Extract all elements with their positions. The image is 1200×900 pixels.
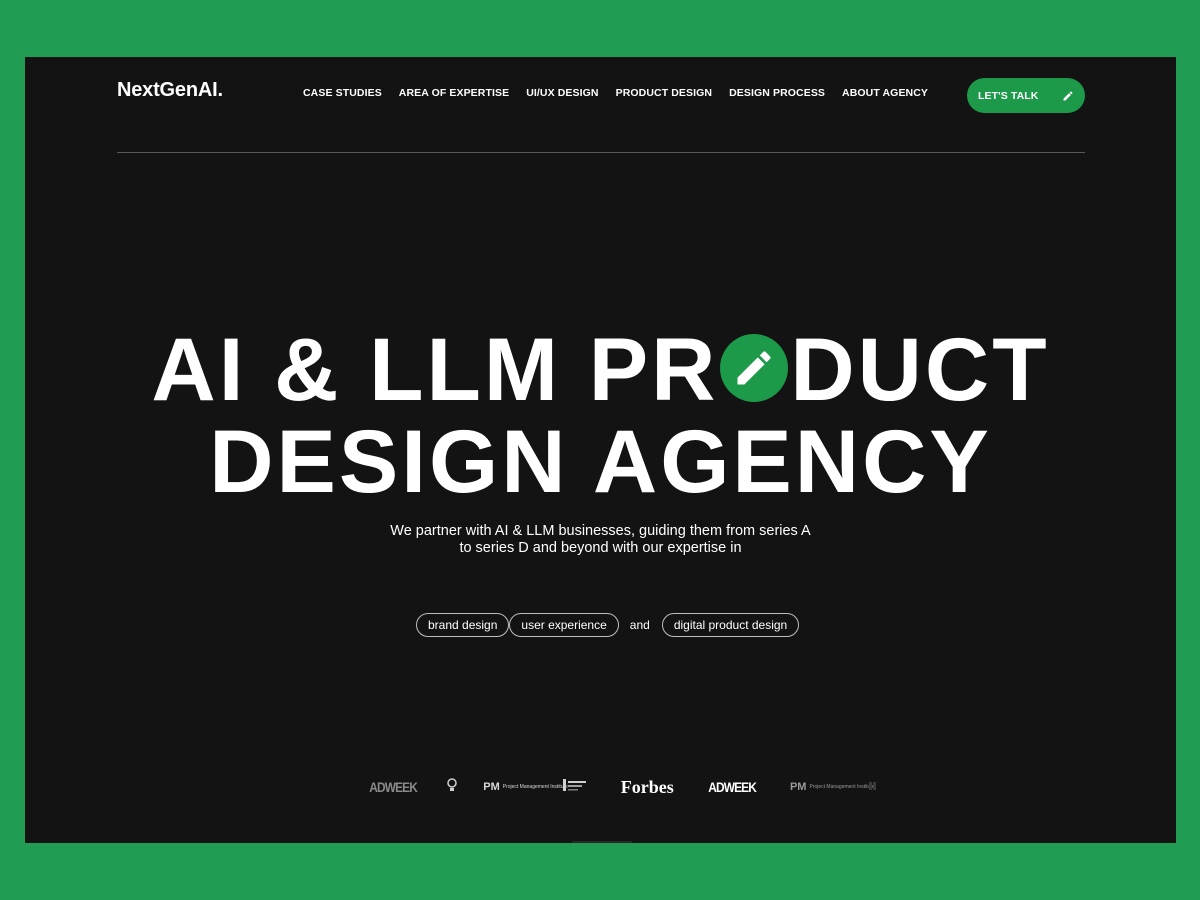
press-logos-strip: ADWEEK PM Project Management Institute F… [365,777,877,797]
adweek-logo: ADWEEK [707,779,757,795]
faded-logo-icon [869,778,877,796]
pill-digital-product-design[interactable]: digital product design [661,613,800,637]
page: NextGenAI. CASE STUDIES AREA OF EXPERTIS… [25,57,1176,843]
pmi-mark: PM [483,780,500,793]
brand-logo[interactable]: NextGenAI. [117,79,223,102]
pill-brand-design[interactable]: brand design [416,613,510,637]
pill-user-experience[interactable]: user experience [509,613,619,637]
pmi-text: Project Management Institute [809,783,875,790]
adweek-logo: ADWEEK [369,779,418,795]
nav-design-process[interactable]: DESIGN PROCESS [729,87,825,99]
award-badge-icon [447,777,457,797]
main-nav: CASE STUDIES AREA OF EXPERTISE UI/UX DES… [303,87,945,99]
pmi-text: Project Management Institute [502,783,568,790]
lets-talk-label: LET'S TALK [978,89,1039,102]
nav-product-design[interactable]: PRODUCT DESIGN [616,87,713,99]
hero-title-part-1: AI & LLM PR [151,319,719,419]
hero-title-line-1: AI & LLM PR DUCT [25,325,1176,414]
intro-line-2: to series D and beyond with our expertis… [459,540,742,556]
hero-title-line-2: DESIGN AGENCY [209,411,992,511]
pencil-icon [720,334,789,402]
pmi-logo: PM Project Management Institute [789,780,875,793]
scroll-indicator [572,841,632,843]
header-divider [117,152,1085,153]
pencil-icon [1062,90,1074,102]
expertise-pills: brand design user experience and digital… [416,613,800,637]
nav-ui-ux-design[interactable]: UI/UX DESIGN [526,87,598,99]
pills-connector: and [629,618,650,632]
forbes-logo: Forbes [620,776,674,797]
nav-about-agency[interactable]: ABOUT AGENCY [842,87,928,99]
pmi-logo: PM Project Management Institute [483,780,568,793]
nav-area-of-expertise[interactable]: AREA OF EXPERTISE [399,87,509,99]
lets-talk-button[interactable]: LET'S TALK [967,78,1085,113]
intro-text: We partner with AI & LLM businesses, gui… [25,523,1176,557]
pmi-mark: PM [789,780,807,793]
hero-title-part-2: DUCT [790,319,1050,419]
intro-line-1: We partner with AI & LLM businesses, gui… [390,523,811,539]
award-badge-icon [562,778,587,797]
nav-case-studies[interactable]: CASE STUDIES [303,87,382,99]
